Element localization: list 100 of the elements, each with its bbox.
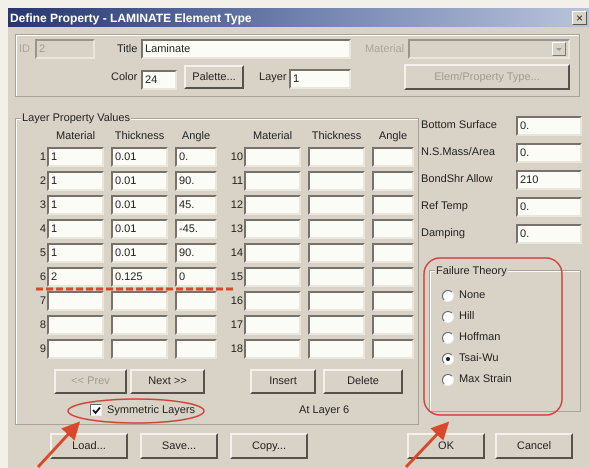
- input-field[interactable]: [111, 339, 168, 359]
- input-field[interactable]: [308, 195, 365, 215]
- radio-button[interactable]: [442, 352, 454, 364]
- input-field[interactable]: 24: [141, 70, 177, 90]
- input-field[interactable]: [308, 147, 365, 167]
- field-label: BondShr Allow: [421, 172, 494, 188]
- input-field[interactable]: [372, 195, 414, 215]
- input-field[interactable]: [244, 339, 301, 359]
- input-field[interactable]: 1: [47, 147, 104, 167]
- input-field[interactable]: 45.: [175, 195, 217, 215]
- radio-label: None: [459, 288, 486, 304]
- row-number: 2: [38, 174, 47, 189]
- row-number: 1: [38, 150, 47, 165]
- push-button[interactable]: Delete: [323, 369, 403, 394]
- push-button[interactable]: Next >>: [130, 369, 205, 394]
- push-button[interactable]: OK: [407, 433, 485, 459]
- input-field[interactable]: [111, 315, 168, 335]
- input-field[interactable]: [175, 291, 217, 311]
- input-field[interactable]: 0.: [516, 196, 582, 216]
- input-field[interactable]: 0.: [516, 116, 582, 136]
- field-label: N.S.Mass/Area: [421, 145, 496, 160]
- column-header: Material: [54, 129, 96, 143]
- input-field[interactable]: 1: [289, 69, 351, 89]
- row-number: 9: [38, 342, 47, 357]
- field-label: Color: [111, 70, 138, 85]
- input-field[interactable]: 0.125: [111, 267, 168, 287]
- input-field[interactable]: 210: [516, 170, 582, 190]
- radio-label: Hoffman: [459, 330, 500, 346]
- row-number: 17: [230, 318, 244, 333]
- input-field[interactable]: [244, 219, 301, 239]
- input-field[interactable]: [372, 243, 414, 263]
- input-field[interactable]: [175, 315, 217, 335]
- input-field[interactable]: [308, 339, 365, 359]
- input-field[interactable]: [372, 267, 414, 287]
- input-field[interactable]: 0: [175, 267, 217, 287]
- input-field[interactable]: [372, 291, 414, 311]
- radio-label: Tsai-Wu: [459, 351, 499, 366]
- input-field[interactable]: 0.: [516, 224, 582, 244]
- input-field[interactable]: [244, 195, 301, 215]
- input-field[interactable]: 1: [47, 219, 104, 239]
- input-field[interactable]: [308, 243, 365, 263]
- push-button[interactable]: Load...: [50, 433, 128, 459]
- input-field[interactable]: [308, 219, 365, 239]
- input-field[interactable]: [372, 219, 414, 239]
- input-field[interactable]: [47, 291, 104, 311]
- push-button[interactable]: Cancel: [495, 433, 573, 459]
- row-number: 10: [230, 150, 244, 165]
- row-number: 14: [230, 246, 244, 261]
- input-field[interactable]: 1: [47, 243, 104, 263]
- input-field[interactable]: [372, 339, 414, 359]
- push-button[interactable]: Palette...: [184, 65, 244, 89]
- input-field[interactable]: 90.: [175, 243, 217, 263]
- group-title: Failure Theory: [435, 263, 508, 280]
- input-field[interactable]: [308, 171, 365, 191]
- input-field[interactable]: 1: [47, 195, 104, 215]
- input-field[interactable]: 1: [47, 171, 104, 191]
- input-field[interactable]: 0.01: [111, 171, 168, 191]
- radio-button[interactable]: [442, 290, 454, 302]
- input-field[interactable]: 0.01: [111, 243, 168, 263]
- column-header: Angle: [180, 129, 212, 143]
- input-field[interactable]: [372, 147, 414, 167]
- row-number: 11: [230, 174, 244, 189]
- input-field[interactable]: [308, 291, 365, 311]
- close-button[interactable]: ×: [572, 10, 587, 24]
- radio-label: Hill: [459, 309, 474, 324]
- input-field[interactable]: [308, 267, 365, 287]
- radio-button[interactable]: [442, 332, 454, 344]
- input-field[interactable]: [47, 339, 104, 359]
- row-number: 7: [38, 294, 47, 309]
- input-field[interactable]: 0.: [175, 147, 217, 167]
- input-field[interactable]: [244, 243, 301, 263]
- input-field[interactable]: 90.: [175, 171, 217, 191]
- input-field[interactable]: 0.01: [111, 147, 168, 167]
- input-field[interactable]: [372, 315, 414, 335]
- window-title: Define Property - LAMINATE Element Type: [10, 10, 252, 26]
- input-field[interactable]: -45.: [175, 219, 217, 239]
- push-button[interactable]: Save...: [140, 433, 218, 459]
- push-button[interactable]: Insert: [250, 369, 316, 394]
- input-field[interactable]: [244, 267, 301, 287]
- input-field[interactable]: [175, 339, 217, 359]
- input-field[interactable]: [244, 171, 301, 191]
- checkbox[interactable]: [90, 404, 102, 416]
- group-title: Layer Property Values: [21, 112, 132, 125]
- input-field[interactable]: 2: [47, 267, 104, 287]
- input-field[interactable]: [308, 315, 365, 335]
- input-field[interactable]: [244, 291, 301, 311]
- input-field[interactable]: 0.01: [111, 195, 168, 215]
- push-button[interactable]: Copy...: [230, 433, 308, 459]
- field-label: Title: [117, 42, 138, 57]
- radio-button[interactable]: [442, 374, 454, 386]
- input-field[interactable]: 0.01: [111, 219, 168, 239]
- input-field[interactable]: Laminate: [141, 39, 351, 59]
- column-header: Thickness: [310, 129, 362, 143]
- input-field[interactable]: [244, 315, 301, 335]
- input-field[interactable]: [47, 315, 104, 335]
- input-field[interactable]: 0.: [516, 142, 582, 162]
- input-field[interactable]: [111, 291, 168, 311]
- radio-button[interactable]: [442, 310, 454, 322]
- input-field[interactable]: [372, 171, 414, 191]
- input-field[interactable]: [244, 147, 301, 167]
